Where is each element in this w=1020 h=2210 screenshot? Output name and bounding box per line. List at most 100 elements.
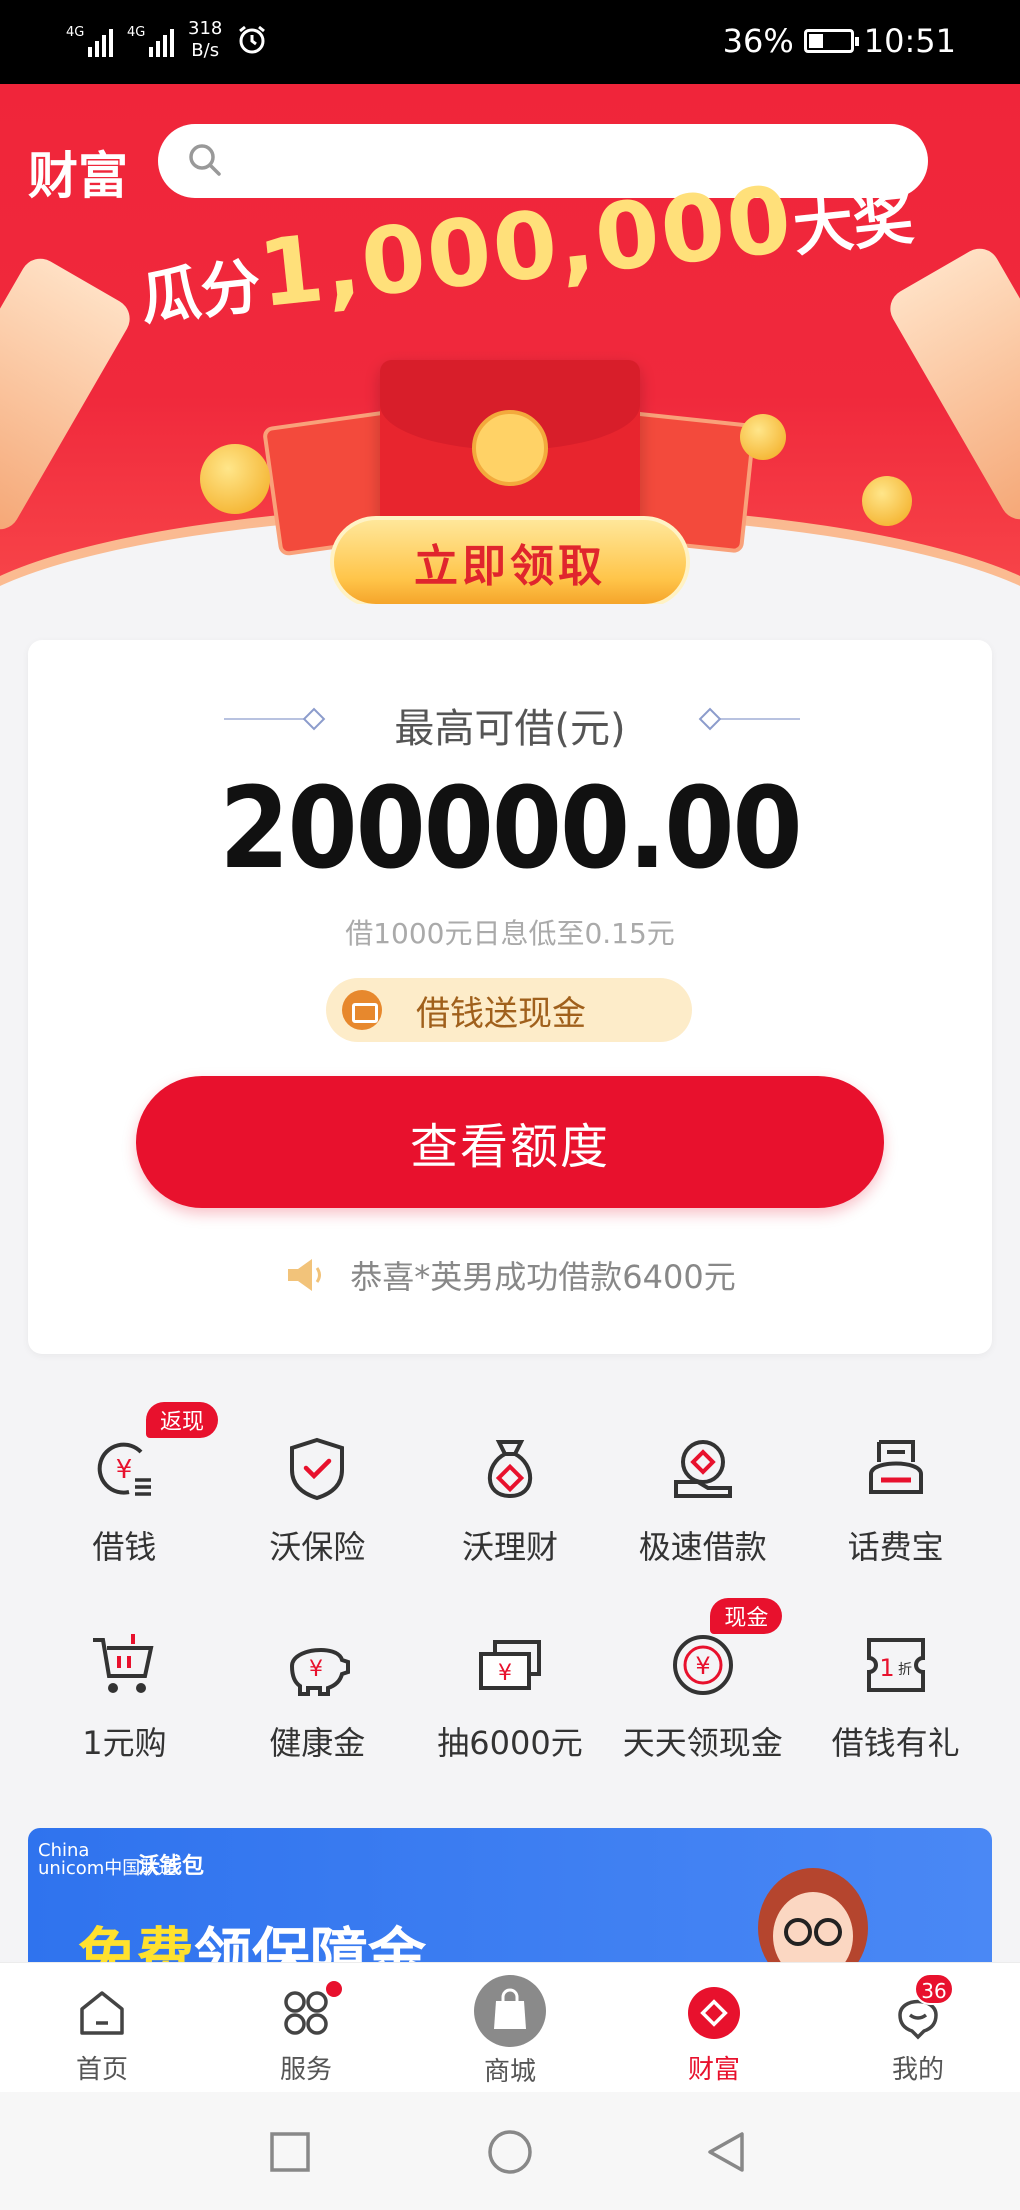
service-item-health-fund[interactable]: ¥ 健康金 — [221, 1586, 414, 1782]
service-label: 沃保险 — [269, 1528, 366, 1566]
svg-text:折: 折 — [898, 1662, 912, 1678]
tab-label: 商城 — [483, 2057, 536, 2087]
money-bag-icon — [487, 1440, 533, 1499]
max-loan-amount: 200000.00 — [219, 764, 802, 894]
service-label: 抽6000元 — [437, 1724, 583, 1762]
cashback-badge: 返现 — [146, 1402, 219, 1438]
svg-text:¥: ¥ — [498, 1661, 512, 1686]
search-icon — [189, 144, 221, 176]
piggy-bank-icon: ¥ — [290, 1647, 351, 1696]
headline-prefix: 瓜分 — [137, 251, 265, 334]
status-bar: 4G 4G 318 B/s 36% 10:51 — [0, 0, 1020, 84]
service-label: 健康金 — [269, 1724, 366, 1762]
service-item-loan-gift[interactable]: 1 折 借钱有礼 — [799, 1586, 992, 1782]
battery-icon — [803, 29, 859, 53]
cash-badge: 现金 — [710, 1598, 783, 1634]
alarm-icon — [239, 25, 266, 54]
bottom-tab-bar: 首页 服务 商城 财富 36 我的 — [0, 1962, 1020, 2092]
shopping-bag-icon — [474, 1975, 546, 2047]
profile-icon-wrap: 36 — [890, 1973, 954, 2041]
speaker-icon — [288, 1259, 322, 1291]
signal-icon-2: 4G — [127, 23, 174, 57]
service-row: 返现 ¥ 借钱 沃保险 沃理财 极速借款 话费宝 — [28, 1390, 992, 1586]
title-decoration-right — [708, 718, 800, 720]
notice-text: 恭喜*英男成功借款6400元 — [350, 1258, 736, 1296]
cash-stack-icon: ¥ — [478, 1640, 541, 1690]
speed-value: 318 — [188, 18, 223, 39]
loan-yen-icon: ¥ — [98, 1442, 152, 1496]
unicom-logo-icon — [472, 410, 548, 486]
yen-coin-icon: ¥ — [672, 1635, 733, 1695]
loan-card: 最高可借(元) 200000.00 借1000元日息低至0.15元 借钱送现金 … — [28, 640, 992, 1354]
tab-label: 服务 — [279, 2055, 332, 2085]
cash-gift-badge[interactable]: 借钱送现金 — [326, 978, 692, 1042]
service-item-one-yuan[interactable]: 1元购 — [28, 1586, 221, 1782]
fast-loan-icon — [673, 1440, 732, 1498]
svg-text:¥: ¥ — [116, 1455, 133, 1485]
service-grid: 返现 ¥ 借钱 沃保险 沃理财 极速借款 话费宝 1元购 ¥ 健康金 ¥ 抽60… — [28, 1390, 992, 1782]
service-label: 话费宝 — [847, 1528, 944, 1566]
network-speed: 318 B/s — [188, 18, 222, 62]
tab-wealth[interactable]: 财富 — [612, 1963, 816, 2093]
svg-text:1: 1 — [879, 1654, 894, 1682]
notification-dot — [324, 1979, 344, 1999]
cash-gift-label: 借钱送现金 — [416, 993, 586, 1034]
service-item-lottery[interactable]: ¥ 抽6000元 — [414, 1586, 607, 1782]
promo-hero-banner[interactable]: 财富 瓜分1,000,000大奖 立即领取 — [0, 84, 1020, 604]
ribbon-left — [0, 251, 137, 537]
tab-label: 财富 — [687, 2055, 740, 2085]
gold-coin-icon — [200, 444, 270, 514]
svg-text:¥: ¥ — [309, 1657, 323, 1682]
loan-notice: 恭喜*英男成功借款6400元 — [28, 1252, 992, 1298]
page-title: 财富 — [28, 147, 128, 205]
service-item-loan[interactable]: 返现 ¥ 借钱 — [28, 1390, 221, 1586]
service-label: 借钱 — [92, 1528, 157, 1566]
back-triangle-icon[interactable] — [702, 2128, 750, 2176]
gold-coin-icon — [862, 476, 912, 526]
service-label: 借钱有礼 — [831, 1724, 960, 1762]
svg-text:¥: ¥ — [695, 1652, 710, 1680]
tab-label: 我的 — [891, 2055, 944, 2085]
service-item-daily-cash[interactable]: 现金 ¥ 天天领现金 — [606, 1586, 799, 1782]
recents-square-icon[interactable] — [266, 2128, 314, 2176]
wallet-brand: 沃钱包 — [138, 1854, 205, 1879]
service-label: 沃理财 — [461, 1528, 558, 1566]
tab-profile[interactable]: 36 我的 — [816, 1963, 1020, 2093]
check-credit-button[interactable]: 查看额度 — [136, 1076, 884, 1208]
phone-bill-icon — [868, 1440, 923, 1494]
service-label: 极速借款 — [638, 1528, 767, 1566]
wealth-diamond-icon — [688, 1987, 740, 2039]
claim-now-button[interactable]: 立即领取 — [330, 516, 690, 604]
tab-mall[interactable]: 商城 — [408, 1963, 612, 2093]
battery-percent: 36% — [722, 22, 794, 60]
status-right: 36% 10:51 — [723, 22, 956, 60]
speed-unit: B/s — [191, 40, 220, 61]
gold-coin-icon — [740, 414, 786, 460]
shield-check-icon — [290, 1437, 345, 1501]
service-label: 天天领现金 — [622, 1724, 783, 1762]
signal-icon: 4G — [66, 23, 113, 57]
network-type-2: 4G — [127, 25, 146, 40]
status-left: 4G 4G 318 B/s — [66, 18, 268, 62]
service-item-phone-bill[interactable]: 话费宝 — [799, 1390, 992, 1586]
service-item-insurance[interactable]: 沃保险 — [221, 1390, 414, 1586]
service-row: 1元购 ¥ 健康金 ¥ 抽6000元 现金 ¥ 天天领现金 1 折 借钱有礼 — [28, 1586, 992, 1782]
interest-rate-text: 借1000元日息低至0.15元 — [345, 917, 675, 950]
max-loan-label: 最高可借(元) — [394, 706, 626, 752]
cart-icon — [93, 1634, 154, 1693]
network-type: 4G — [66, 25, 85, 40]
system-nav-bar — [0, 2092, 1020, 2210]
tab-home[interactable]: 首页 — [0, 1963, 204, 2093]
tab-services[interactable]: 服务 — [204, 1963, 408, 2093]
service-item-fast-loan[interactable]: 极速借款 — [606, 1390, 799, 1586]
services-grid-icon-wrap — [278, 1979, 344, 2041]
headline-suffix: 大奖 — [789, 183, 917, 266]
ticket-icon — [342, 990, 382, 1030]
service-item-wealth[interactable]: 沃理财 — [414, 1390, 607, 1586]
message-count-badge: 36 — [914, 1973, 954, 2005]
home-icon — [80, 1991, 124, 2035]
discount-coupon-icon: 1 折 — [866, 1638, 925, 1692]
tab-label: 首页 — [75, 2055, 128, 2085]
home-circle-icon[interactable] — [486, 2128, 534, 2176]
clock: 10:51 — [863, 22, 956, 60]
